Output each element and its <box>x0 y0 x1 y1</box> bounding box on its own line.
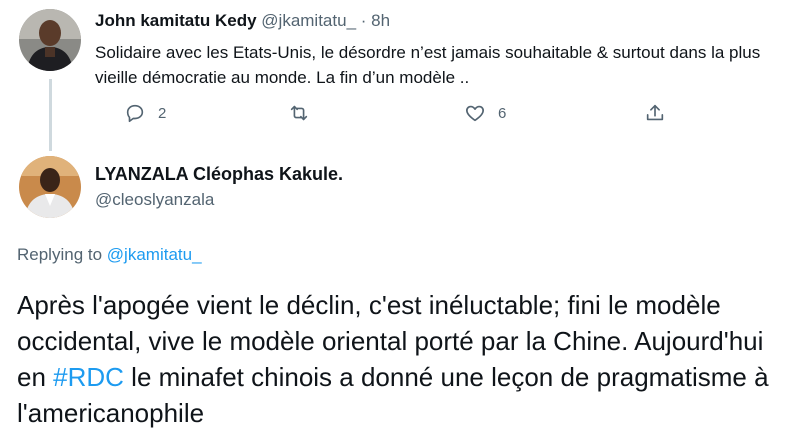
like-count: 6 <box>498 104 507 122</box>
retweet-button[interactable] <box>288 102 322 124</box>
display-name[interactable]: John kamitatu Kedy <box>95 11 257 30</box>
replying-to-handle-link[interactable]: @jkamitatu_ <box>107 245 202 264</box>
user-handle[interactable]: @jkamitatu_ <box>261 11 356 30</box>
thread-connector-line <box>49 79 52 151</box>
reply-tweet-text: Après l'apogée vient le déclin, c'est in… <box>17 287 792 431</box>
share-button[interactable] <box>644 102 666 124</box>
parent-tweet-header: John kamitatu Kedy @jkamitatu_ · 8h <box>95 11 390 31</box>
replying-to-line: Replying to @jkamitatu_ <box>17 245 202 265</box>
reply-user-handle[interactable]: @cleoslyanzala <box>95 190 214 210</box>
reply-display-name[interactable]: LYANZALA Cléophas Kakule. <box>95 164 343 185</box>
hashtag-link[interactable]: #RDC <box>53 362 124 392</box>
user-photo-icon <box>19 156 81 218</box>
tweet-time[interactable]: 8h <box>371 11 390 30</box>
heart-icon <box>466 105 484 122</box>
reply-text-part: le minafet chinois a donné une leçon de … <box>17 362 769 428</box>
reply-icon <box>126 104 144 123</box>
replying-to-label: Replying to <box>17 245 103 264</box>
user-photo-icon <box>19 9 81 71</box>
avatar[interactable] <box>19 9 81 71</box>
parent-tweet-text: Solidaire avec les Etats-Unis, le désord… <box>95 43 761 87</box>
separator-dot: · <box>360 11 367 30</box>
avatar[interactable] <box>19 156 81 218</box>
reply-button[interactable]: 2 <box>124 102 166 124</box>
like-button[interactable]: 6 <box>464 102 506 124</box>
reply-count: 2 <box>158 104 167 122</box>
share-icon <box>646 104 664 121</box>
retweet-icon <box>290 105 308 121</box>
